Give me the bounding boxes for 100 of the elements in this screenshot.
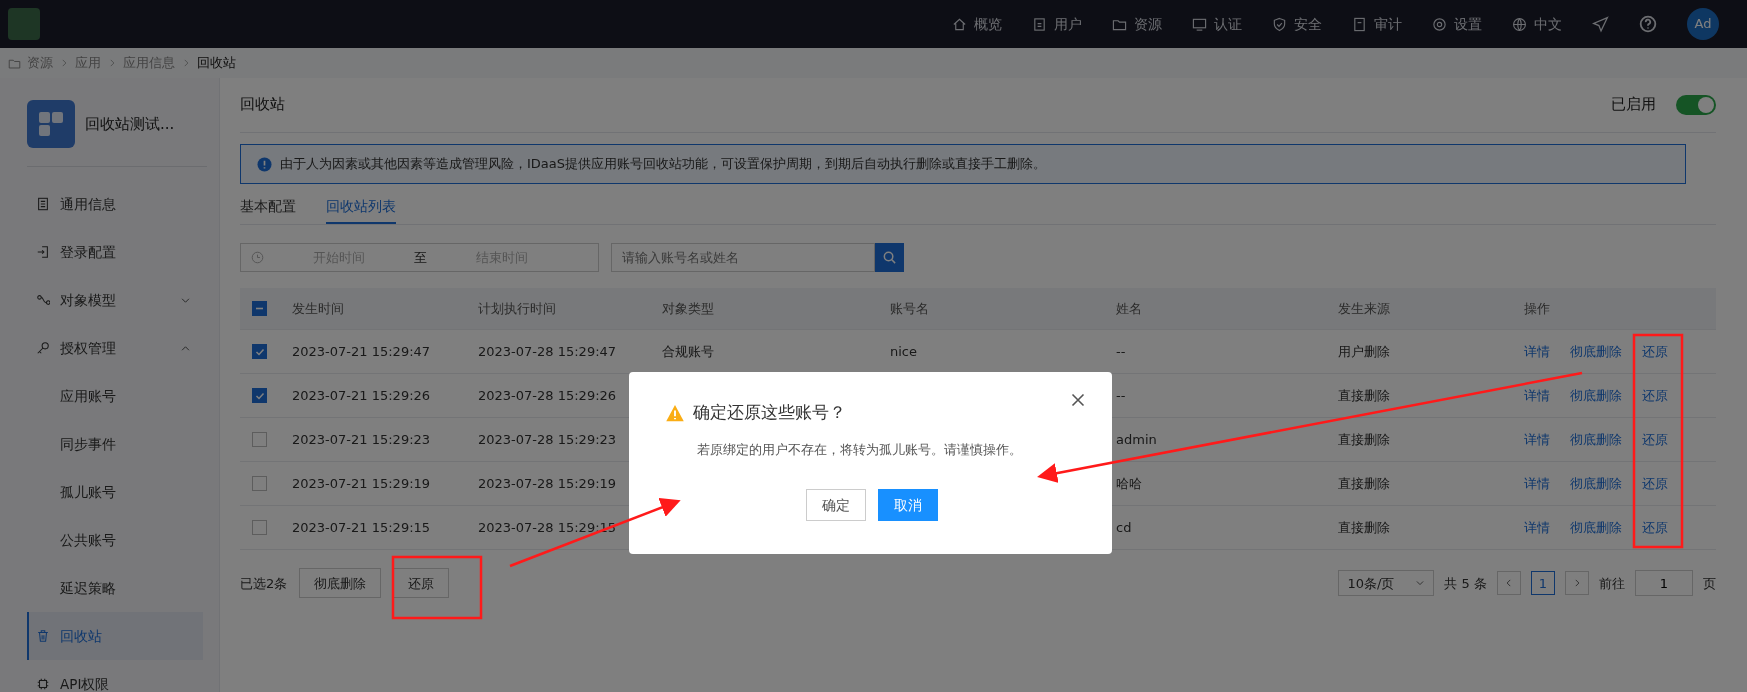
tab[interactable]: 基本配置 [240, 194, 296, 225]
help-icon [1639, 15, 1657, 33]
action-link[interactable]: 详情 [1524, 430, 1550, 450]
bulk-action-button[interactable]: 彻底删除 [299, 568, 382, 599]
breadcrumb-item: 回收站 [197, 54, 236, 73]
table-cell: 2023-07-21 15:29:47 [292, 344, 431, 359]
table-cell: 直接删除 [1338, 432, 1390, 447]
checkmark-icon [254, 390, 265, 401]
send-icon [1592, 15, 1609, 33]
menu-item[interactable]: 登录配置 [27, 228, 203, 276]
action-link[interactable]: 还原 [1642, 342, 1668, 362]
search-button[interactable] [875, 243, 904, 273]
action-link[interactable]: 彻底删除 [1570, 474, 1622, 494]
column-header: 发生来源 [1338, 301, 1390, 316]
menu-item[interactable]: 延迟策略 [27, 564, 203, 612]
table-cell: cd [1116, 520, 1132, 535]
nav-link[interactable]: 安全 [1272, 13, 1322, 35]
search-icon [882, 250, 897, 266]
chevron-right-icon [1572, 578, 1582, 589]
monitor-icon [1192, 16, 1207, 32]
chip-icon [36, 677, 50, 691]
nav-link[interactable]: 设置 [1432, 13, 1482, 35]
menu-item[interactable]: API权限 [27, 660, 203, 692]
table-cell: 合规账号 [662, 344, 714, 359]
column-header: 对象类型 [662, 301, 714, 316]
table-cell: -- [1116, 388, 1126, 403]
menu-item[interactable]: 通用信息 [27, 180, 203, 228]
key-icon [36, 341, 50, 355]
menu-item[interactable]: 同步事件 [27, 420, 203, 468]
table-cell: 直接删除 [1338, 476, 1390, 491]
row-checkbox[interactable] [252, 520, 267, 536]
action-link[interactable]: 还原 [1642, 518, 1668, 538]
menu-item[interactable]: 授权管理 [27, 324, 203, 372]
bulk-action-button[interactable]: 还原 [393, 568, 450, 599]
column-header: 账号名 [890, 301, 929, 316]
selection-count: 已选2条 [240, 574, 288, 593]
nav-link[interactable]: 用户 [1032, 13, 1082, 35]
page-size-select[interactable]: 10条/页 [1338, 570, 1435, 597]
login-icon [36, 245, 50, 259]
close-icon[interactable] [1070, 392, 1086, 408]
table-cell: 2023-07-28 15:29:47 [478, 344, 617, 359]
app-name: 回收站测试... [85, 113, 175, 135]
table-cell: 用户删除 [1338, 344, 1390, 359]
page-number-field[interactable]: 1 [1635, 570, 1693, 597]
nav-link[interactable]: 审计 [1352, 13, 1402, 35]
select-all-checkbox[interactable] [252, 301, 267, 317]
page-unit-label: 页 [1703, 574, 1716, 593]
nav-link[interactable]: 资源 [1112, 13, 1162, 35]
column-header: 操作 [1524, 300, 1550, 318]
table-cell: 2023-07-21 15:29:26 [292, 388, 431, 403]
menu-item[interactable]: 公共账号 [27, 516, 203, 564]
nav-link[interactable]: 认证 [1192, 13, 1242, 35]
search-field[interactable]: 请输入账号名或姓名 [611, 243, 875, 273]
user-avatar[interactable]: Ad [1687, 8, 1719, 40]
confirm-button[interactable]: 确定 [805, 489, 866, 521]
cancel-button[interactable]: 取消 [877, 489, 938, 521]
table-cell: -- [1116, 344, 1126, 359]
page-button[interactable]: 1 [1531, 571, 1555, 596]
action-link[interactable]: 还原 [1642, 430, 1668, 450]
row-checkbox[interactable] [252, 432, 267, 448]
settings-icon [1432, 16, 1447, 32]
action-link[interactable]: 彻底删除 [1570, 430, 1622, 450]
table-cell: 2023-07-21 15:29:23 [292, 432, 431, 447]
table-cell: 直接删除 [1338, 388, 1390, 403]
app-icon [27, 100, 75, 148]
list-icon [36, 197, 50, 211]
loop-icon [36, 293, 50, 307]
action-link[interactable]: 详情 [1524, 386, 1550, 406]
table-cell: 2023-07-21 15:29:15 [292, 520, 431, 535]
action-link[interactable]: 还原 [1642, 386, 1668, 406]
clock-icon [251, 251, 264, 265]
row-checkbox[interactable] [252, 344, 267, 360]
page-title: 回收站 [240, 95, 285, 115]
table-cell: 直接删除 [1338, 520, 1390, 535]
id-card-icon [1032, 16, 1047, 32]
next-page-button[interactable] [1565, 571, 1589, 596]
tab[interactable]: 回收站列表 [326, 194, 396, 225]
action-link[interactable]: 详情 [1524, 342, 1550, 362]
action-link[interactable]: 彻底删除 [1570, 386, 1622, 406]
info-icon [257, 156, 272, 172]
nav-link[interactable]: 中文 [1512, 13, 1562, 35]
menu-item[interactable]: 应用账号 [27, 372, 203, 420]
previous-page-button[interactable] [1497, 571, 1521, 596]
goto-label: 前往 [1599, 574, 1625, 593]
menu-item[interactable]: 孤儿账号 [27, 468, 203, 516]
toggle-switch[interactable] [1676, 95, 1716, 115]
action-link[interactable]: 彻底删除 [1570, 342, 1622, 362]
menu-item[interactable]: 回收站 [27, 612, 203, 660]
action-link[interactable]: 还原 [1642, 474, 1668, 494]
dialog-message: 若原绑定的用户不存在，将转为孤儿账号。请谨慎操作。 [697, 440, 1023, 459]
row-checkbox[interactable] [252, 388, 267, 404]
table-cell: admin [1116, 432, 1157, 447]
table-cell: 2023-07-28 15:29:23 [478, 432, 617, 447]
table-cell: 哈哈 [1116, 476, 1142, 491]
menu-item[interactable]: 对象模型 [27, 276, 203, 324]
nav-link[interactable]: 概览 [952, 13, 1002, 35]
row-checkbox[interactable] [252, 476, 267, 492]
action-link[interactable]: 详情 [1524, 474, 1550, 494]
action-link[interactable]: 彻底删除 [1570, 518, 1622, 538]
action-link[interactable]: 详情 [1524, 518, 1550, 538]
